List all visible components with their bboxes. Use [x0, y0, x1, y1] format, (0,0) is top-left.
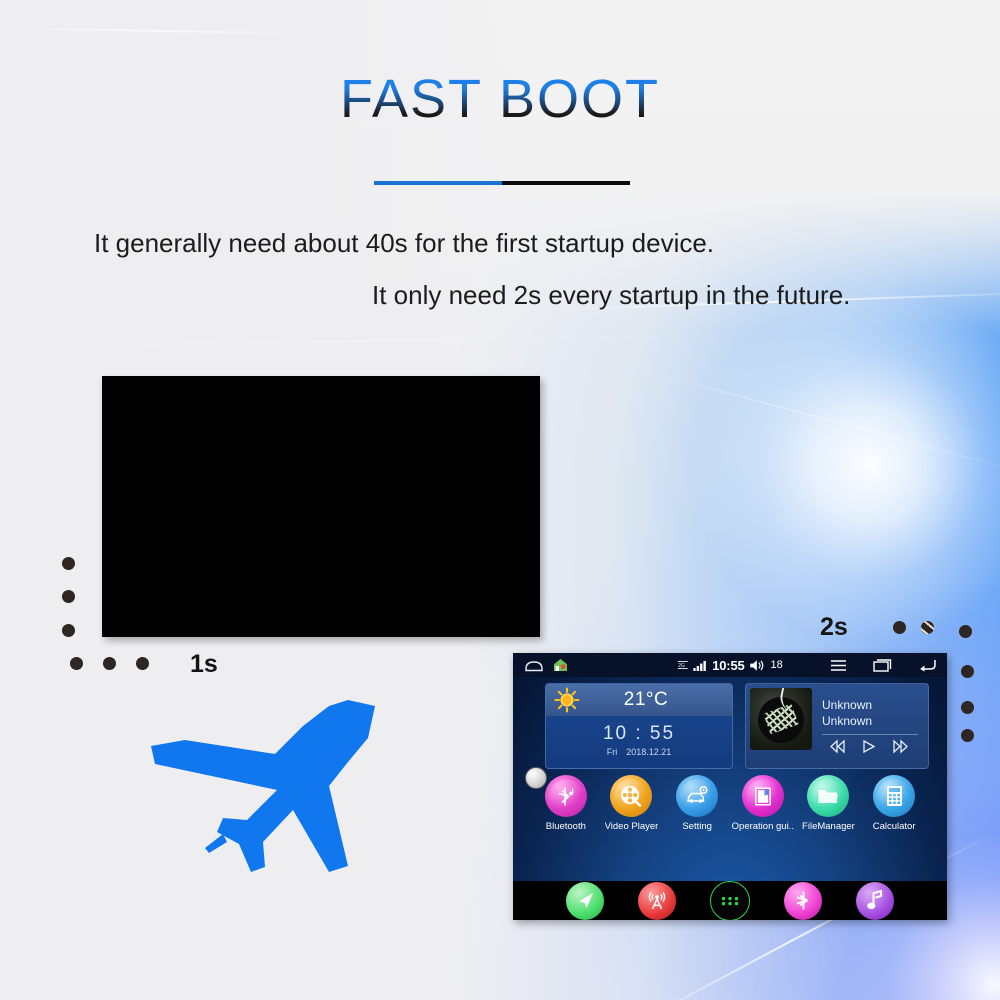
film-reel-icon[interactable] [610, 775, 653, 817]
home-house-icon[interactable] [553, 658, 568, 672]
head-unit-screen: 2G 10:55 18 21°C 10: 55 Fri 2018.12.21 … [513, 653, 947, 881]
decor-dot [103, 657, 116, 670]
widget-clock: 10 : 55 [602, 723, 676, 744]
radio-tower-icon[interactable] [638, 881, 676, 920]
decor-dot-striped [921, 621, 934, 634]
app-filemanager[interactable]: FileManager [797, 775, 859, 832]
title-divider [374, 181, 630, 185]
app-label: FileManager [802, 821, 855, 832]
weather-top-bar: 21°C [546, 684, 732, 716]
app-calculator[interactable]: Calculator [863, 775, 925, 832]
media-separator [822, 733, 918, 735]
decor-dot [62, 557, 75, 570]
divider-segment-black [502, 181, 630, 185]
widget-weekday: Fri [606, 747, 618, 757]
app-label: Setting [682, 821, 712, 832]
page-root: FAST BOOT It generally need about 40s fo… [0, 0, 1000, 1000]
app-operation-guide[interactable]: Operation gui.. [732, 775, 794, 832]
status-time: 10:55 [712, 657, 745, 673]
decor-dot [62, 624, 75, 637]
boot-time-label-on: 2s [820, 613, 848, 641]
weather-clock-area: 10 : 55 Fri 2018.12.21 [546, 716, 732, 768]
subtitle-line-1: It generally need about 40s for the firs… [94, 228, 715, 258]
weather-temperature: 21°C [623, 689, 669, 710]
status-bar: 2G 10:55 18 [513, 653, 947, 677]
decor-dot [959, 625, 972, 638]
back-arrow-icon[interactable] [918, 658, 937, 672]
menu-hamburger-icon[interactable] [830, 659, 847, 672]
decor-dot [961, 729, 974, 742]
divider-segment-blue [374, 181, 502, 185]
app-setting[interactable]: Setting [666, 775, 728, 832]
car-head-unit: 2G 10:55 18 21°C 10: 55 Fri 2018.12.21 … [513, 653, 947, 920]
car-settings-icon[interactable] [676, 775, 719, 817]
album-art-vinyl [750, 688, 812, 750]
signal-bars-icon [693, 660, 706, 671]
app-label: Video Player [604, 821, 659, 832]
recent-apps-icon[interactable] [873, 658, 892, 672]
powered-off-screen [102, 376, 540, 637]
decor-dot [961, 701, 974, 714]
widget-row: 21°C 10 : 55 Fri 2018.12.21 Unknown Unkn… [513, 679, 947, 769]
widget-date: 2018.12.21 [626, 747, 672, 757]
home-outline-icon[interactable] [525, 659, 543, 672]
boot-time-label-off: 1s [190, 650, 218, 678]
bluetooth-audio-icon[interactable] [544, 775, 587, 817]
bluetooth-icon[interactable] [784, 881, 822, 920]
media-track-title: Unknown [822, 698, 873, 713]
app-grid-icon[interactable] [710, 880, 750, 920]
subtitle-line-2: It only need 2s every startup in the fut… [372, 280, 851, 310]
airplane-icon [151, 700, 375, 872]
decor-dot [136, 657, 149, 670]
network-2g-icon: 2G [677, 661, 688, 669]
app-grid: Bluetooth Video Player Setting Operation… [513, 775, 947, 832]
play-icon[interactable] [860, 739, 877, 754]
app-label: Bluetooth [545, 821, 586, 832]
speaker-volume-icon[interactable] [750, 659, 766, 672]
page-title: FAST BOOT [0, 68, 1000, 130]
manual-book-icon[interactable] [741, 775, 784, 817]
skip-previous-icon[interactable] [829, 739, 846, 754]
music-note-icon[interactable] [856, 881, 894, 920]
skip-next-icon[interactable] [892, 739, 909, 754]
folder-icon[interactable] [807, 775, 850, 817]
decor-dot [62, 590, 75, 603]
navigation-arrow-icon[interactable] [566, 881, 604, 920]
media-track-artist: Unknown [822, 714, 873, 728]
decor-dot [893, 621, 906, 634]
decor-dot [961, 665, 974, 678]
media-widget[interactable]: Unknown Unknown [745, 683, 929, 769]
app-video-player[interactable]: Video Player [600, 775, 662, 832]
status-center: 2G 10:55 18 [677, 658, 783, 673]
app-label: Calculator [872, 821, 916, 832]
sun-icon [554, 687, 580, 713]
calculator-icon[interactable] [873, 775, 916, 817]
decor-dot [70, 657, 83, 670]
app-label: Operation gui.. [731, 821, 794, 832]
dock-bar [513, 880, 947, 920]
svg-text:2G: 2G [678, 663, 685, 669]
status-volume-level: 18 [770, 659, 783, 671]
weather-widget[interactable]: 21°C 10 : 55 Fri 2018.12.21 [545, 683, 733, 769]
rotary-knob[interactable] [525, 767, 547, 789]
